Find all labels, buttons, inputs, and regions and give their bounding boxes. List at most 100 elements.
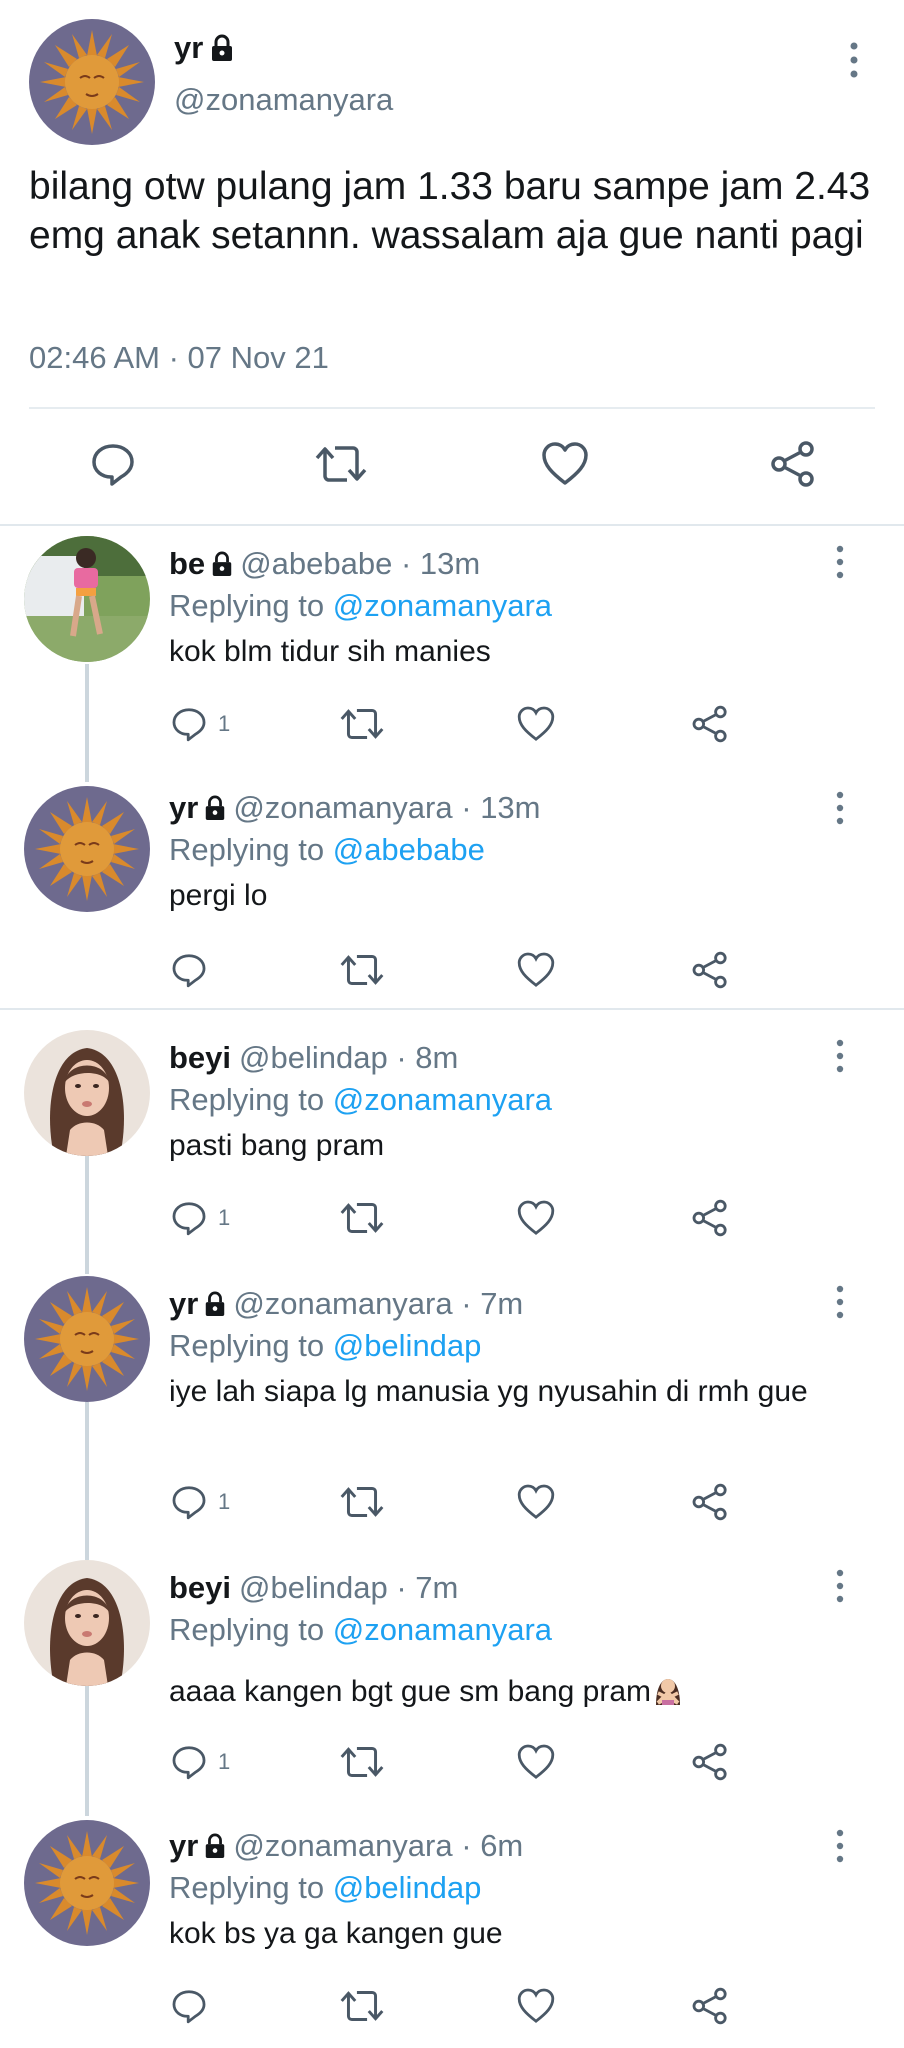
share-button[interactable] [690, 700, 730, 748]
heart-icon [517, 1744, 555, 1779]
display-name[interactable]: beyi [169, 1040, 231, 1076]
display-name[interactable]: be [169, 546, 205, 582]
avatar[interactable] [24, 536, 150, 662]
replying-to: Replying to @zonamanyara [169, 1612, 552, 1648]
user-handle[interactable]: @zonamanyara [233, 790, 452, 826]
more-options-icon[interactable] [829, 790, 851, 826]
share-button[interactable] [690, 1194, 730, 1242]
retweet-icon [340, 1202, 384, 1234]
reply-tweet[interactable]: beyi @belindap · 8m Replying to @zonaman… [0, 1030, 904, 1276]
user-handle[interactable]: @zonamanyara [174, 82, 393, 118]
mention-link[interactable]: @abebabe [333, 832, 485, 867]
reply-actions: 1 [0, 1478, 904, 1526]
reply-button[interactable] [170, 1982, 218, 2030]
display-name[interactable]: yr [169, 790, 198, 826]
reply-button[interactable]: 1 [170, 1738, 230, 1786]
avatar[interactable] [24, 786, 150, 912]
like-button[interactable] [537, 436, 593, 492]
more-options-icon[interactable] [829, 544, 851, 580]
like-button[interactable] [516, 946, 556, 994]
user-handle[interactable]: @belindap [239, 1040, 388, 1076]
display-name-text: yr [174, 30, 204, 65]
tweet-text: bilang otw pulang jam 1.33 baru sampe ja… [29, 165, 871, 257]
reply-tweet[interactable]: be @abebabe · 13m Replying to @zonamanya… [0, 536, 904, 781]
share-button[interactable] [690, 1478, 730, 1526]
tweet-actions [0, 436, 904, 496]
share-icon [692, 1987, 727, 2025]
share-button[interactable] [690, 1982, 730, 2030]
mention-link[interactable]: @belindap [333, 1328, 482, 1363]
lock-icon [212, 551, 232, 576]
more-options-icon[interactable] [829, 1038, 851, 1074]
reply-tweet[interactable]: yr @zonamanyara · 7m Replying to @belind… [0, 1276, 904, 1561]
share-button[interactable] [765, 436, 821, 492]
heart-icon [542, 442, 588, 485]
retweet-button[interactable] [340, 1738, 384, 1786]
display-name[interactable]: yr [174, 30, 235, 66]
reply-tweet[interactable]: yr @zonamanyara · 13m Replying to @abeba… [0, 782, 904, 1008]
separator: · [387, 1040, 416, 1075]
replying-to-label: Replying to [169, 832, 333, 867]
replying-to-label: Replying to [169, 1870, 333, 1905]
replying-to: Replying to @belindap [169, 1328, 481, 1364]
sun-avatar-icon [29, 19, 155, 145]
reply-text: pergi lo [169, 879, 268, 912]
section-divider [0, 524, 904, 526]
retweet-button[interactable] [340, 700, 384, 748]
like-button[interactable] [516, 1194, 556, 1242]
retweet-button[interactable] [313, 436, 369, 492]
separator: · [452, 790, 481, 825]
user-handle[interactable]: @belindap [239, 1570, 388, 1606]
user-handle[interactable]: @zonamanyara [233, 1286, 452, 1322]
retweet-icon [340, 1990, 384, 2022]
more-options-icon[interactable] [829, 1568, 851, 1604]
more-options-icon[interactable] [842, 40, 866, 80]
reply-button[interactable] [170, 946, 218, 994]
display-name[interactable]: yr [169, 1828, 198, 1864]
reply-text: pasti bang pram [169, 1129, 385, 1162]
reply-time: 7m [415, 1570, 459, 1605]
share-icon [692, 705, 727, 743]
retweet-button[interactable] [340, 1982, 384, 2030]
replying-to-label: Replying to [169, 1328, 333, 1363]
reply-button[interactable] [85, 436, 141, 492]
avatar[interactable] [24, 1276, 150, 1402]
retweet-icon [340, 1746, 384, 1778]
reply-text: iye lah siapa lg manusia yg nyusahin di … [169, 1375, 808, 1408]
reply-button[interactable]: 1 [170, 1194, 230, 1242]
reply-tweet[interactable]: beyi @belindap · 7m Replying to @zonaman… [0, 1560, 904, 1818]
lock-icon [212, 34, 233, 61]
user-handle[interactable]: @abebabe [240, 546, 392, 582]
mention-link[interactable]: @zonamanyara [333, 1082, 552, 1117]
retweet-button[interactable] [340, 946, 384, 994]
like-button[interactable] [516, 1738, 556, 1786]
retweet-button[interactable] [340, 1194, 384, 1242]
like-button[interactable] [516, 700, 556, 748]
reply-time: 13m [480, 790, 541, 825]
more-options-icon[interactable] [829, 1284, 851, 1320]
reply-button[interactable]: 1 [170, 700, 230, 748]
avatar[interactable] [24, 1820, 150, 1946]
avatar[interactable] [24, 1560, 150, 1686]
mention-link[interactable]: @zonamanyara [333, 1612, 552, 1647]
photo-avatar-pink-shirt-icon [24, 536, 150, 662]
user-handle[interactable]: @zonamanyara [233, 1828, 452, 1864]
avatar[interactable] [24, 1030, 150, 1156]
mention-link[interactable]: @zonamanyara [333, 588, 552, 623]
reply-count: 1 [218, 1749, 231, 1774]
share-button[interactable] [690, 1738, 730, 1786]
display-name[interactable]: beyi [169, 1570, 231, 1606]
sun-avatar-icon [24, 786, 150, 912]
avatar[interactable] [29, 19, 155, 145]
reply-tweet[interactable]: yr @zonamanyara · 6m Replying to @belind… [0, 1820, 904, 2048]
like-button[interactable] [516, 1478, 556, 1526]
mention-link[interactable]: @belindap [333, 1870, 482, 1905]
share-button[interactable] [690, 946, 730, 994]
reply-time: 6m [480, 1828, 524, 1863]
reply-button[interactable]: 1 [170, 1478, 230, 1526]
like-button[interactable] [516, 1982, 556, 2030]
display-name[interactable]: yr [169, 1286, 198, 1322]
retweet-button[interactable] [340, 1478, 384, 1526]
more-options-icon[interactable] [829, 1828, 851, 1864]
retweet-icon [340, 954, 384, 986]
